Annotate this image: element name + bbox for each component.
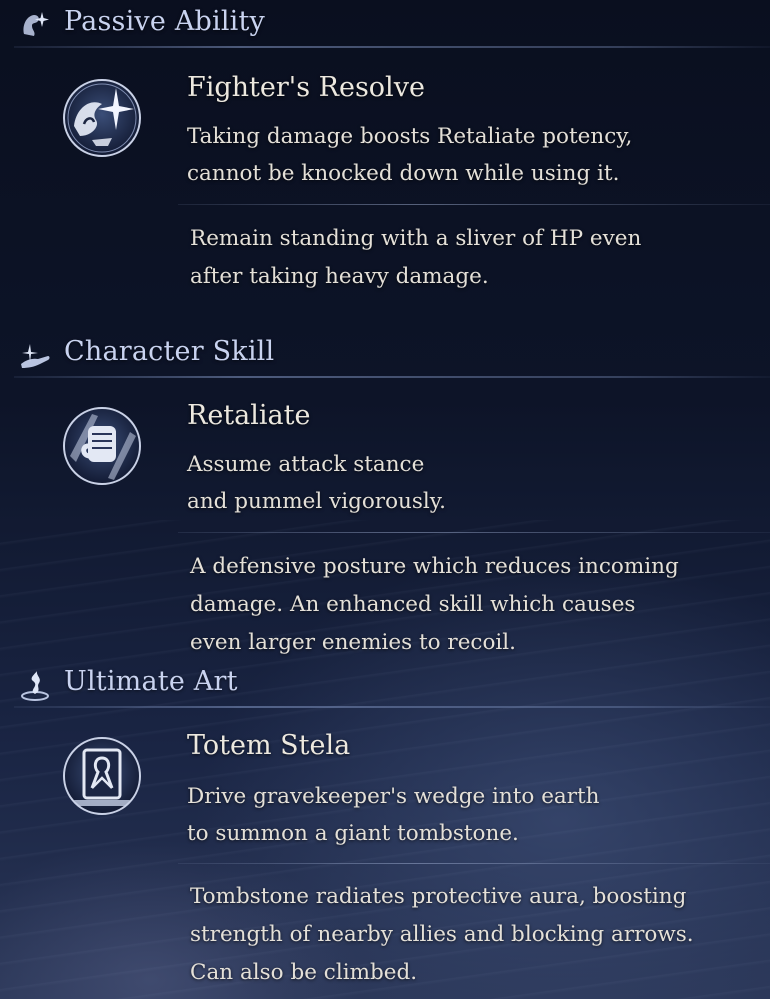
skill-detail: Remain standing with a sliver of HP even…: [190, 220, 750, 296]
retaliate-fist-icon: [63, 407, 141, 485]
ultimate-art-section: Ultimate Art Totem Stela Drive gravekeep…: [0, 660, 770, 999]
skill-detail: A defensive posture which reduces incomi…: [190, 548, 750, 662]
description-line: and pummel vigorously.: [187, 489, 446, 514]
passive-ability-section: Passive Ability Fighter's Resolve Taking…: [0, 0, 770, 320]
hand-skill-icon: [21, 344, 50, 368]
detail-line: even larger enemies to recoil.: [190, 630, 516, 655]
detail-line: Remain standing with a sliver of HP even: [190, 226, 642, 251]
section-divider: [14, 376, 770, 378]
totem-stela-icon: [63, 737, 141, 815]
detail-line: strength of nearby allies and blocking a…: [190, 922, 694, 947]
skill-description: Assume attack stance and pummel vigorous…: [187, 446, 747, 520]
section-header: Ultimate Art: [0, 660, 770, 708]
detail-line: damage. An enhanced skill which causes: [190, 592, 636, 617]
swirl-flame-icon: [21, 671, 49, 701]
description-line: Taking damage boosts Retaliate potency,: [187, 124, 633, 149]
character-skill-section: Character Skill Retaliate Assume attack …: [0, 330, 770, 660]
skill-name: Totem Stela: [187, 730, 351, 761]
section-header: Character Skill: [0, 330, 770, 378]
section-header: Passive Ability: [0, 0, 770, 48]
section-title: Passive Ability: [64, 6, 266, 37]
description-line: Drive gravekeeper's wedge into earth: [187, 784, 600, 809]
section-divider: [14, 46, 770, 48]
detail-divider: [178, 204, 770, 205]
detail-divider: [178, 863, 770, 864]
detail-divider: [178, 532, 770, 533]
skill-description: Taking damage boosts Retaliate potency, …: [187, 118, 747, 192]
skill-description: Drive gravekeeper's wedge into earth to …: [187, 778, 747, 852]
description-line: to summon a giant tombstone.: [187, 821, 519, 846]
description-line: cannot be knocked down while using it.: [187, 161, 620, 186]
skill-name: Retaliate: [187, 400, 311, 431]
detail-line: Tombstone radiates protective aura, boos…: [190, 884, 687, 909]
detail-line: after taking heavy damage.: [190, 264, 489, 289]
fighters-resolve-icon: [63, 79, 141, 157]
section-title: Ultimate Art: [64, 666, 238, 697]
section-divider: [14, 706, 770, 708]
detail-line: A defensive posture which reduces incomi…: [190, 554, 679, 579]
description-line: Assume attack stance: [187, 452, 425, 477]
spirit-sparkle-icon: [23, 12, 49, 36]
detail-line: Can also be climbed.: [190, 960, 418, 985]
section-title: Character Skill: [64, 336, 275, 367]
skill-name: Fighter's Resolve: [187, 72, 425, 103]
skill-detail: Tombstone radiates protective aura, boos…: [190, 878, 750, 992]
